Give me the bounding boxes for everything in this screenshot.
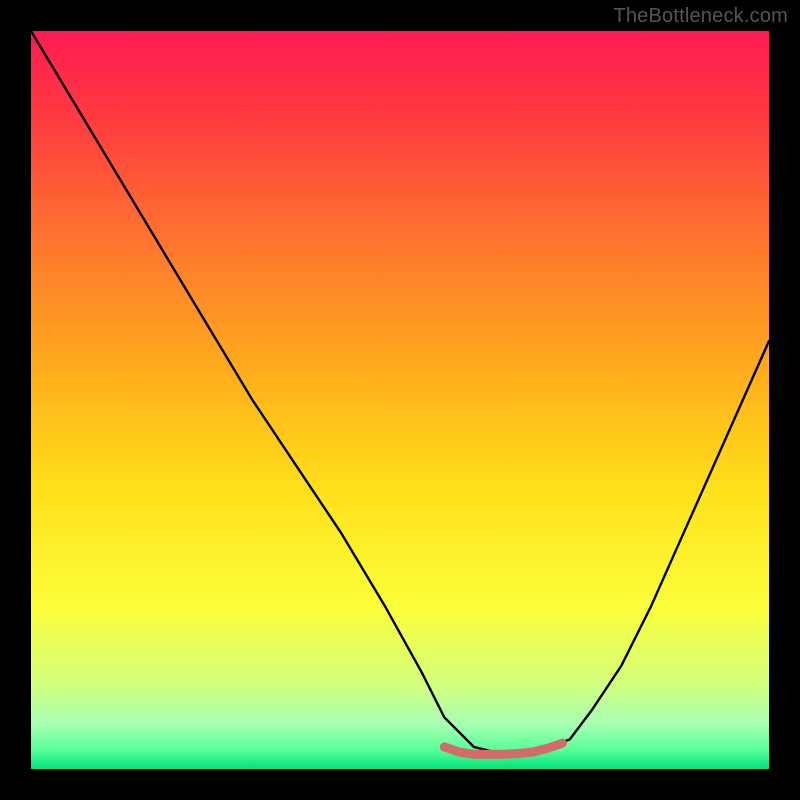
bottleneck-curve: [31, 31, 769, 754]
watermark-text: TheBottleneck.com: [613, 5, 788, 28]
valley-marker: [444, 743, 562, 754]
plot-area: [31, 31, 769, 769]
chart-frame: TheBottleneck.com: [0, 0, 800, 800]
curve-layer: [31, 31, 769, 769]
